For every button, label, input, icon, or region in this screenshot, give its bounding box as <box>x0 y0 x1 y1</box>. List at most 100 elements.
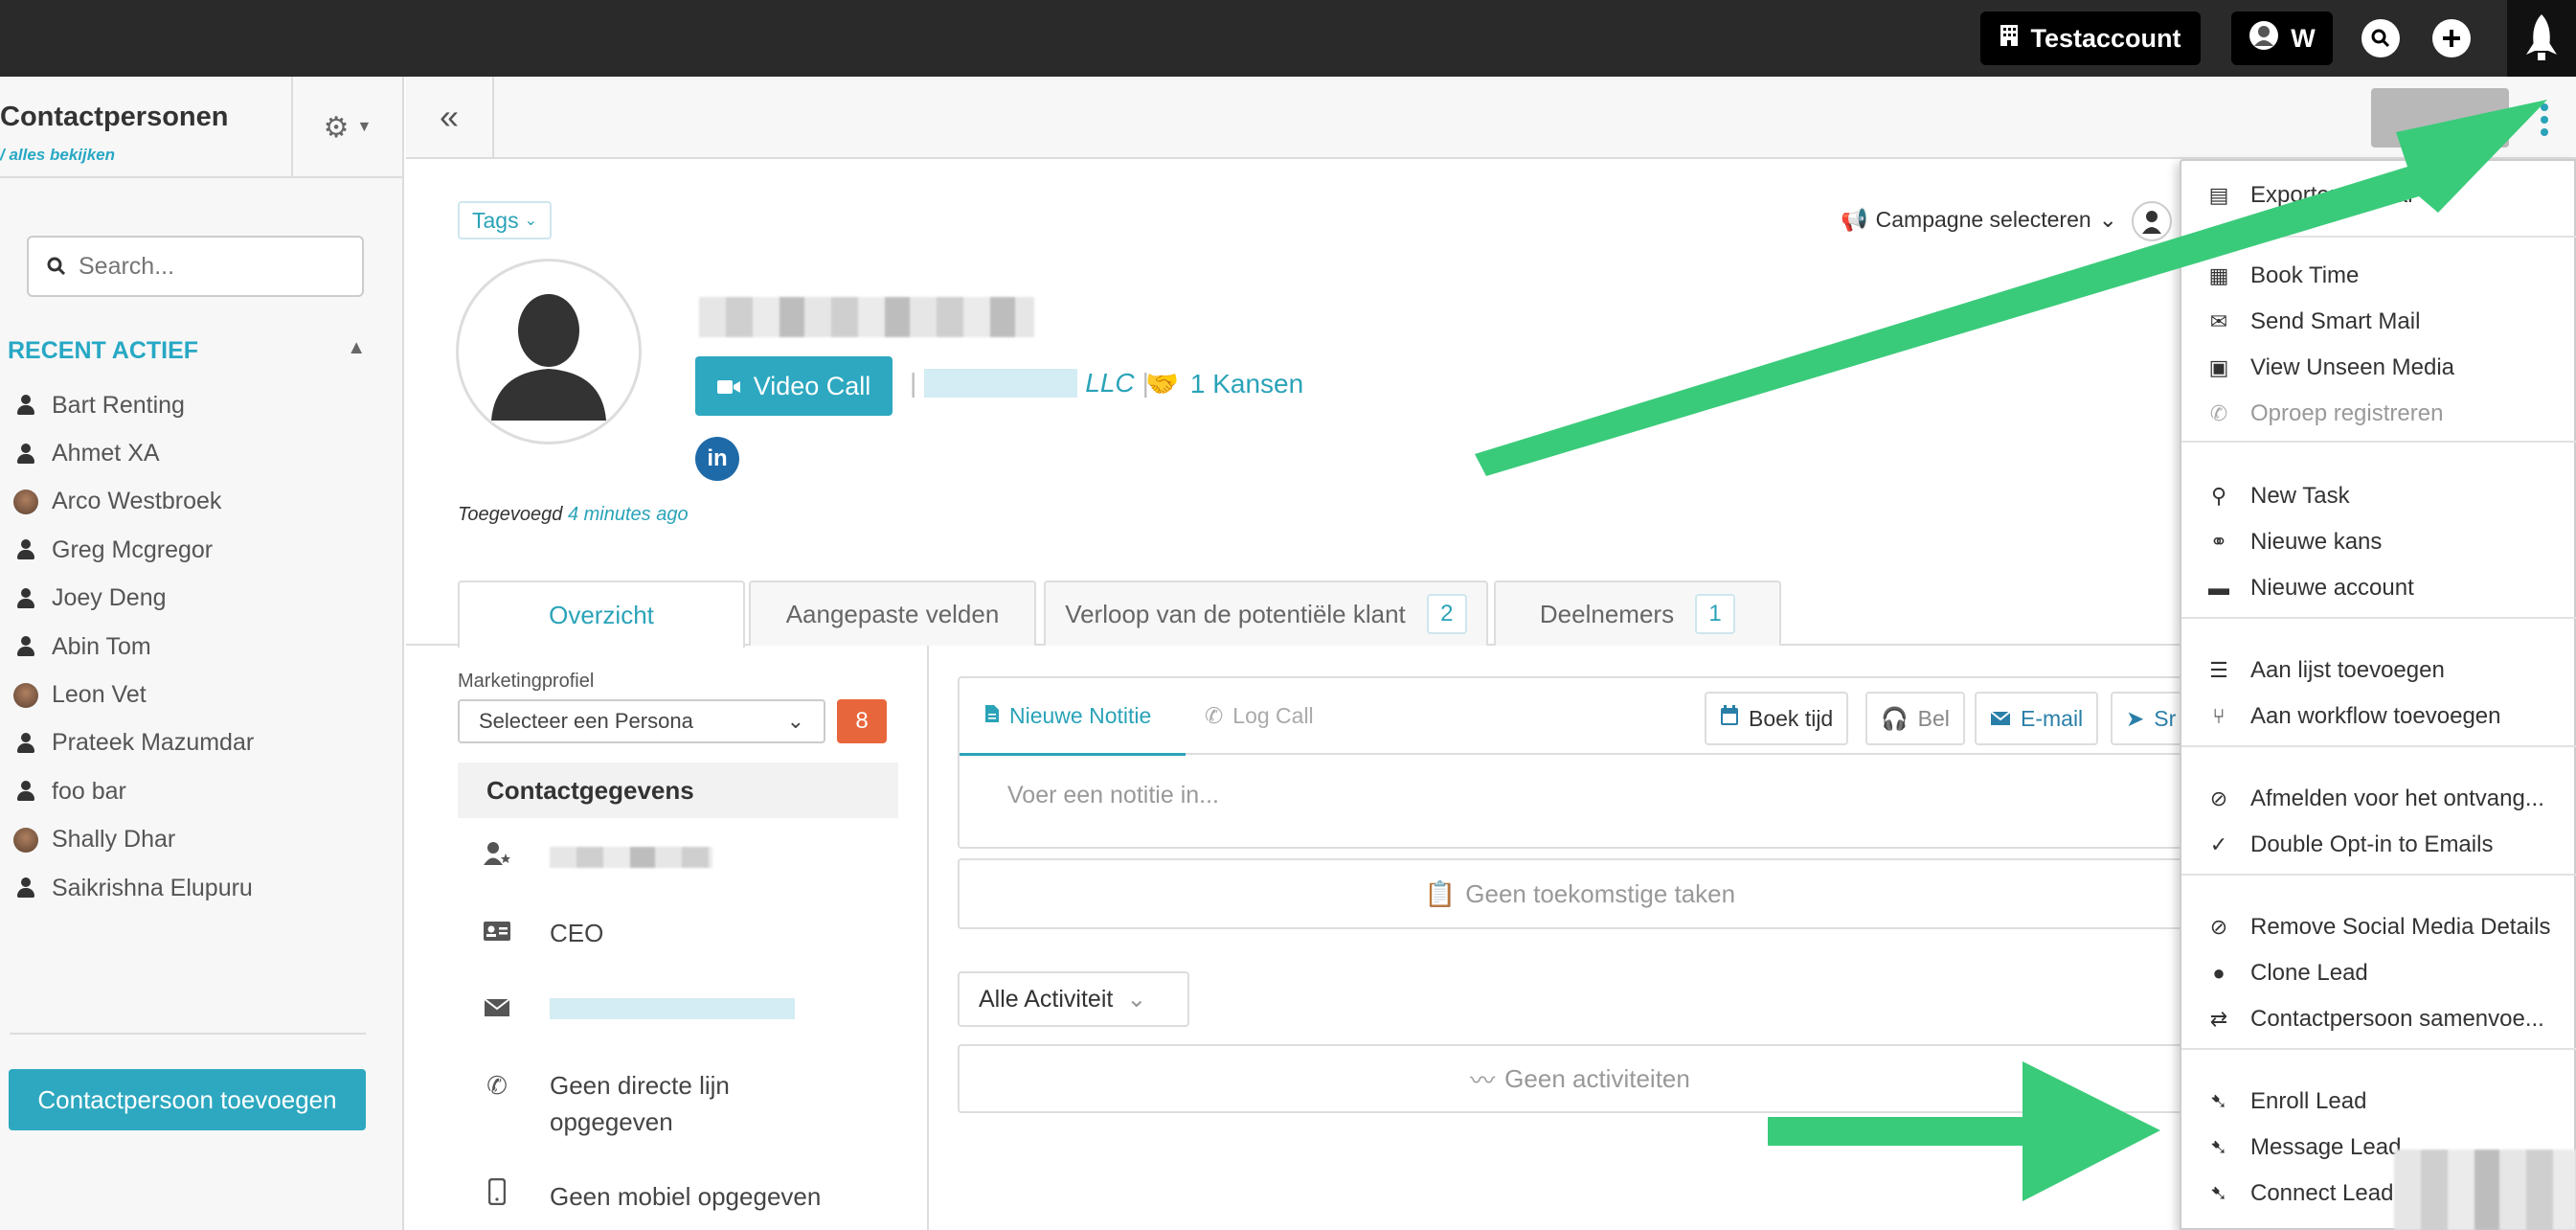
campaign-select[interactable]: 📢 Campagne selecteren ⌄ <box>1841 207 2117 233</box>
menu-item[interactable]: ➷ Enroll Lead <box>2208 1088 2367 1115</box>
contact-owner-row <box>479 839 712 876</box>
menu-divider <box>2181 874 2576 876</box>
sidebar-contact[interactable]: Greg Mcgregor <box>13 526 254 574</box>
linkedin-icon[interactable]: in <box>695 437 739 481</box>
building-icon <box>2000 24 2019 54</box>
video-call-button[interactable]: Video Call <box>695 356 893 416</box>
menu-item[interactable]: ▬ Nieuwe account <box>2208 575 2414 602</box>
persona-placeholder: Selecteer een Persona <box>479 709 693 733</box>
menu-item[interactable]: ⚭ Nieuwe kans <box>2208 529 2383 556</box>
user-menu-button[interactable]: W <box>2231 11 2333 65</box>
email-redacted[interactable] <box>550 998 795 1019</box>
menu-item[interactable]: ✆ Oproep registreren <box>2208 400 2444 427</box>
menu-item[interactable]: ✉ Send Smart Mail <box>2208 308 2421 335</box>
add-contact-button[interactable]: Contactpersoon toevoegen <box>9 1069 366 1130</box>
plus-icon <box>2443 30 2460 47</box>
opportunities-link[interactable]: 🤝 1 Kansen <box>1145 368 1303 399</box>
collapse-sidebar-button[interactable]: « <box>406 77 494 157</box>
account-button[interactable]: Testaccount <box>1980 11 2201 65</box>
id-card-icon <box>479 915 515 951</box>
menu-item[interactable]: ⊘ Remove Social Media Details <box>2208 914 2551 941</box>
sidebar-contact[interactable]: Ahmet XA <box>13 429 254 477</box>
sidebar-contact[interactable]: Joey Deng <box>13 575 254 623</box>
tab-overzicht[interactable]: Overzicht <box>458 581 745 648</box>
menu-item-label: Aan lijst toevoegen <box>2250 657 2445 683</box>
launch-button[interactable] <box>2507 0 2576 77</box>
film-icon: ▣ <box>2208 355 2229 379</box>
view-all-link[interactable]: / alles bekijken <box>0 146 115 165</box>
menu-item-label: Book Time <box>2250 262 2360 288</box>
sidebar-contact[interactable]: Leon Vet <box>13 671 254 718</box>
video-camera-icon <box>716 372 740 401</box>
main-toolbar: « <box>406 77 2576 159</box>
job-title-row: CEO <box>479 915 603 951</box>
search-button[interactable] <box>2361 19 2400 57</box>
menu-item[interactable]: ➷ Message Lead <box>2208 1134 2402 1161</box>
menu-item[interactable]: ⚲ New Task <box>2208 483 2350 510</box>
recent-active-toggle[interactable]: RECENT ACTIEF ▲ <box>8 337 366 365</box>
contact-search[interactable] <box>27 236 364 297</box>
menu-item[interactable]: ▣ View Unseen Media <box>2208 354 2454 381</box>
tab-verloop[interactable]: Verloop van de potentiële klant 2 <box>1044 581 1488 646</box>
company-link[interactable]: | LLC | <box>910 368 1149 399</box>
separator: | <box>910 368 917 398</box>
menu-item[interactable]: ➷ Connect Lead <box>2208 1180 2394 1207</box>
activities-panel: 〰 Geen activiteiten <box>958 1044 2203 1113</box>
calendar-icon <box>1720 705 1739 732</box>
campaign-label: Campagne selecteren <box>1875 207 2091 232</box>
tags-dropdown[interactable]: Tags ⌄ <box>458 201 552 239</box>
contact-name: Abin Tom <box>52 632 151 660</box>
sidebar-contact[interactable]: Bart Renting <box>13 381 254 429</box>
no-direct-line: Geen directe lijn opgegeven <box>550 1071 730 1136</box>
briefcase-icon: ▬ <box>2208 576 2229 600</box>
book-time-label: Boek tijd <box>1749 705 1834 731</box>
sidebar-contact[interactable]: foo bar <box>13 767 254 815</box>
activity-filter-select[interactable]: Alle Activiteit ⌄ <box>958 971 1189 1027</box>
sidebar-contact[interactable]: Arco Westbroek <box>13 478 254 526</box>
tab-log-call[interactable]: ✆ Log Call <box>1205 703 1314 729</box>
menu-item[interactable]: ⑂ Aan workflow toevoegen <box>2208 703 2501 730</box>
ban-icon: ⊘ <box>2209 915 2228 939</box>
menu-item[interactable]: ⇄ Contactpersoon samenvoe... <box>2208 1006 2544 1033</box>
note-input[interactable]: Voer een notitie in... <box>1007 782 1219 809</box>
persona-count-badge[interactable]: 8 <box>837 699 887 743</box>
person-icon <box>13 442 38 467</box>
contact-name: Bart Renting <box>52 391 185 419</box>
person-icon <box>13 586 38 611</box>
book-time-button[interactable]: Boek tijd <box>1705 692 1849 745</box>
add-button[interactable] <box>2432 19 2471 57</box>
sidebar-settings-button[interactable]: ⚙ ▼ <box>291 77 402 178</box>
future-tasks-panel: 📋 Geen toekomstige taken <box>958 858 2203 929</box>
opportunities-label: 1 Kansen <box>1189 368 1304 399</box>
sidebar-contact[interactable]: Saikrishna Elupuru <box>13 864 254 912</box>
owner-avatar[interactable] <box>2132 201 2172 241</box>
menu-item-label: Nieuwe kans <box>2250 529 2383 555</box>
column-divider <box>927 646 929 1230</box>
menu-item[interactable]: ⊘ Afmelden voor het ontvang... <box>2208 786 2544 812</box>
top-bar: Testaccount W <box>0 0 2576 77</box>
menu-item[interactable]: ✓ Double Opt-in to Emails <box>2208 831 2494 858</box>
menu-item[interactable]: ● Clone Lead <box>2208 960 2367 987</box>
tab-new-note[interactable]: Nieuwe Notitie <box>984 703 1151 729</box>
menu-item-label: Oproep registreren <box>2250 400 2444 426</box>
menu-item[interactable]: ▦ Book Time <box>2208 262 2360 289</box>
tab-deelnemers[interactable]: Deelnemers 1 <box>1494 581 1781 646</box>
menu-item-label: Send Smart Mail <box>2250 308 2421 334</box>
menu-export[interactable]: ▤ Exporteren naar <box>2208 182 2416 209</box>
sidebar-contact[interactable]: Shally Dhar <box>13 816 254 864</box>
swap-icon: ⇄ <box>2209 1007 2228 1031</box>
sidebar-contact[interactable]: Prateek Mazumdar <box>13 719 254 767</box>
call-button[interactable]: 🎧 Bel <box>1865 692 1965 745</box>
activity-chart-icon: 〰 <box>1470 1065 1496 1095</box>
menu-item-label: Aan workflow toevoegen <box>2250 703 2501 729</box>
persona-select[interactable]: Selecteer een Persona ⌄ <box>458 699 825 743</box>
contact-name-redacted <box>699 297 1034 337</box>
menu-item[interactable]: ☰ Aan lijst toevoegen <box>2208 657 2445 684</box>
email-button[interactable]: E-mail <box>1975 692 2099 745</box>
toolbar-button[interactable] <box>2371 88 2509 148</box>
sidebar-contact[interactable]: Abin Tom <box>13 623 254 671</box>
more-options-button[interactable] <box>2538 103 2551 136</box>
rocket-icon <box>2526 14 2557 60</box>
tab-aangepaste-velden[interactable]: Aangepaste velden <box>749 581 1036 646</box>
search-input[interactable] <box>79 252 347 281</box>
